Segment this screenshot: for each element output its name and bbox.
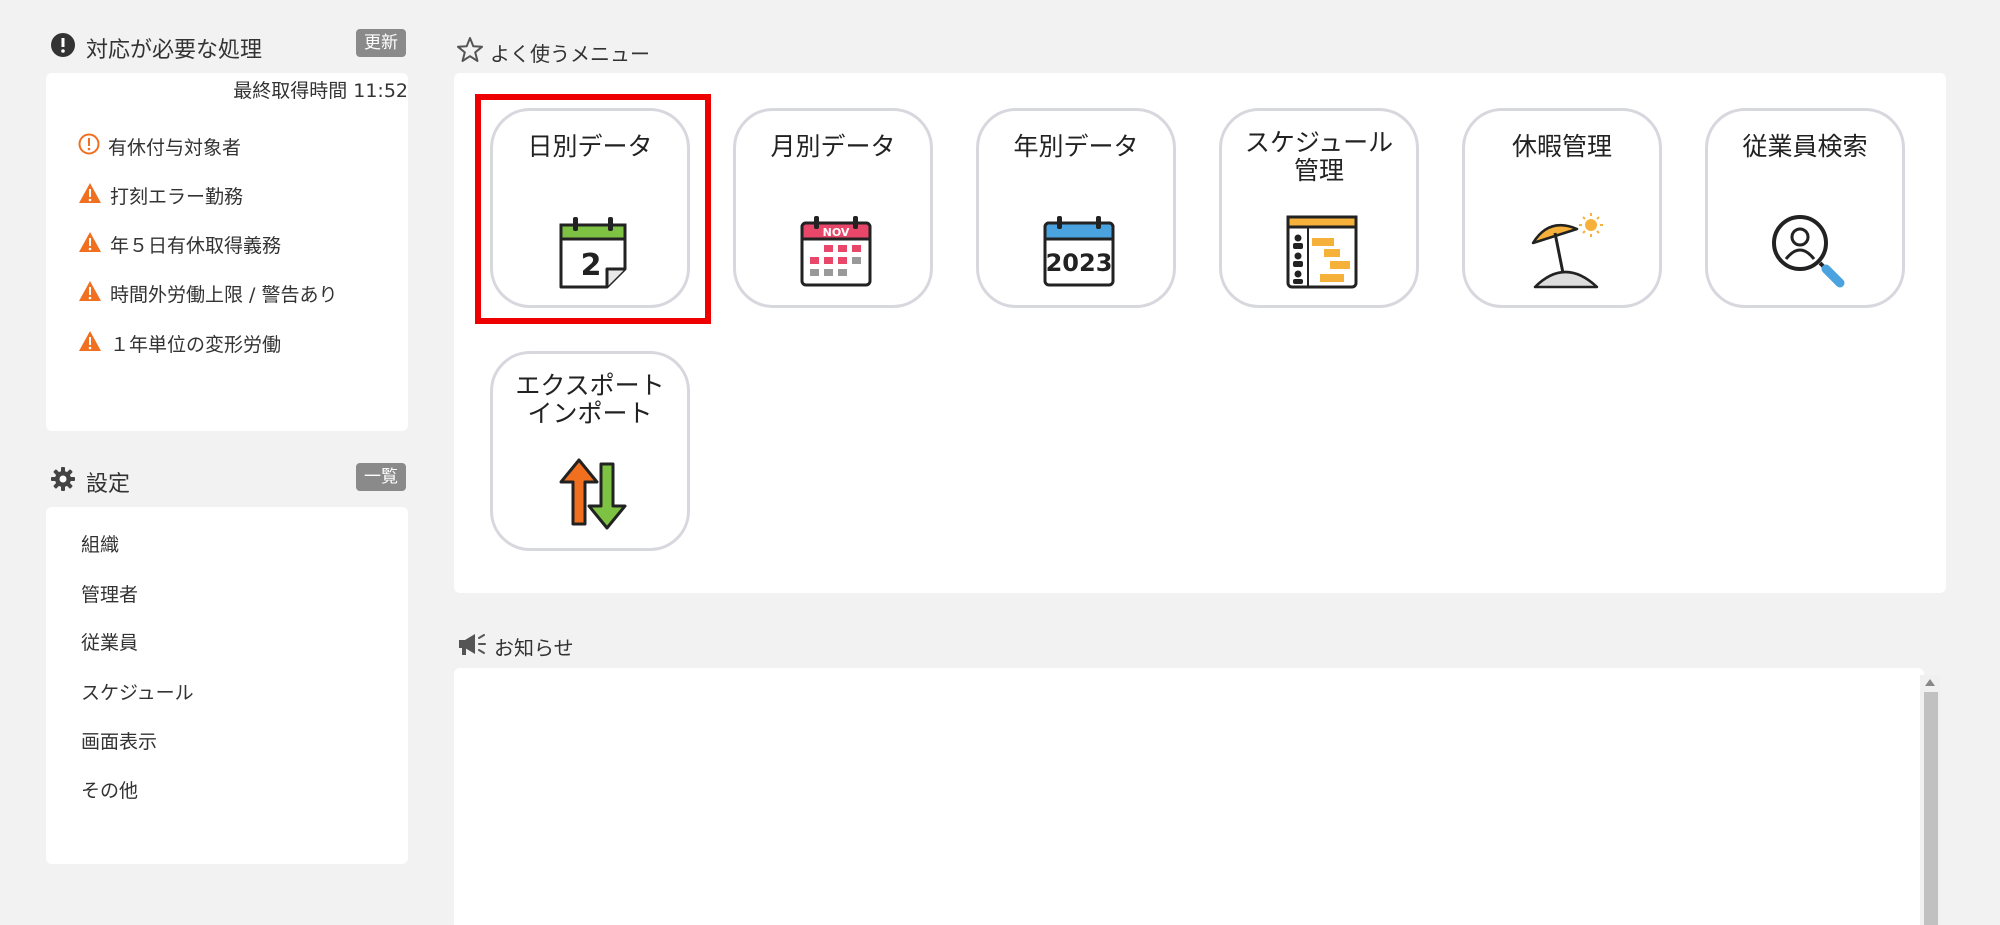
warning-icon: [78, 182, 102, 209]
news-title: お知らせ: [494, 636, 574, 660]
warning-icon: [78, 231, 102, 258]
yearly-calendar-year: 2023: [1046, 249, 1113, 277]
alert-item-yearly-variable-labor[interactable]: １年単位の変形労働: [78, 330, 281, 357]
menu-tile-yearly-data[interactable]: 年別データ 2023: [976, 108, 1176, 308]
settings-title: 設定: [86, 472, 131, 497]
alert-item-label: 時間外労働上限 / 警告あり: [110, 284, 338, 306]
tile-label-line1: スケジュール: [1244, 128, 1394, 157]
setting-item-employees[interactable]: 従業員: [81, 628, 138, 655]
menu-tile-schedule-management[interactable]: スケジュール 管理: [1219, 108, 1419, 308]
alerts-section-title: 対応が必要な処理: [50, 32, 262, 64]
scroll-up-arrow-icon[interactable]: [1925, 679, 1935, 686]
news-scrollbar-thumb[interactable]: [1924, 692, 1938, 925]
alerts-title: 対応が必要な処理: [86, 38, 263, 63]
monthly-calendar-month: NOV: [823, 226, 850, 239]
setting-item-administrators[interactable]: 管理者: [81, 580, 138, 607]
menu-section-title: よく使うメニュー: [456, 36, 650, 69]
refresh-button[interactable]: 更新: [356, 29, 406, 57]
menu-title: よく使うメニュー: [490, 42, 650, 66]
alert-item-clock-error[interactable]: 打刻エラー勤務: [78, 182, 243, 209]
alert-item-label: 有休付与対象者: [108, 137, 242, 159]
setting-item-schedule[interactable]: スケジュール: [81, 678, 194, 705]
tile-label: 月別データ: [770, 132, 896, 161]
tile-label: エクスポート インポート: [493, 372, 687, 428]
megaphone-icon: [456, 631, 488, 662]
setting-item-other[interactable]: その他: [81, 776, 138, 803]
alert-item-label: 年５日有休取得義務: [110, 235, 282, 257]
tile-label: 休暇管理: [1511, 132, 1612, 161]
monthly-calendar-icon: NOV: [796, 211, 876, 291]
alert-item-label: １年単位の変形労働: [110, 334, 282, 356]
tile-label-line1: エクスポート: [515, 371, 665, 400]
tile-label: 年別データ: [1013, 132, 1139, 161]
tile-label-line2: 管理: [1293, 156, 1344, 185]
tile-label-line2: インポート: [527, 399, 653, 428]
menu-tile-leave-management[interactable]: 休暇管理: [1462, 108, 1662, 308]
alert-item-label: 打刻エラー勤務: [110, 186, 244, 208]
alert-item-overtime-limit[interactable]: 時間外労働上限 / 警告あり: [78, 280, 337, 307]
highlight-frame: [475, 94, 711, 324]
exclamation-circle-icon: [50, 32, 76, 64]
employee-search-icon: [1768, 211, 1848, 291]
tile-label: 従業員検索: [1742, 132, 1868, 161]
star-icon: [456, 36, 484, 69]
setting-item-organization[interactable]: 組織: [81, 530, 119, 557]
alert-item-paid-leave-grant[interactable]: 有休付与対象者: [78, 133, 241, 160]
menu-tile-monthly-data[interactable]: 月別データ NOV: [733, 108, 933, 308]
menu-tile-employee-search[interactable]: 従業員検索: [1705, 108, 1905, 308]
news-section-title: お知らせ: [456, 631, 574, 662]
export-import-arrows-icon: [553, 454, 633, 534]
settings-list-button[interactable]: 一覧: [356, 463, 406, 491]
menu-tile-export-import[interactable]: エクスポート インポート: [490, 351, 690, 551]
tile-label: スケジュール 管理: [1222, 129, 1416, 185]
setting-item-display[interactable]: 画面表示: [81, 727, 157, 754]
alert-item-5day-leave-obligation[interactable]: 年５日有休取得義務: [78, 231, 281, 258]
info-circle-icon: [78, 133, 100, 160]
last-fetched-time: 最終取得時間 11:52: [233, 80, 408, 102]
yearly-calendar-icon: 2023: [1039, 211, 1119, 291]
gear-icon: [50, 466, 76, 498]
beach-umbrella-icon: [1525, 211, 1605, 291]
warning-icon: [78, 330, 102, 357]
settings-section-title: 設定: [50, 466, 130, 498]
schedule-chart-icon: [1282, 211, 1362, 291]
warning-icon: [78, 280, 102, 307]
news-panel: [454, 668, 1924, 925]
